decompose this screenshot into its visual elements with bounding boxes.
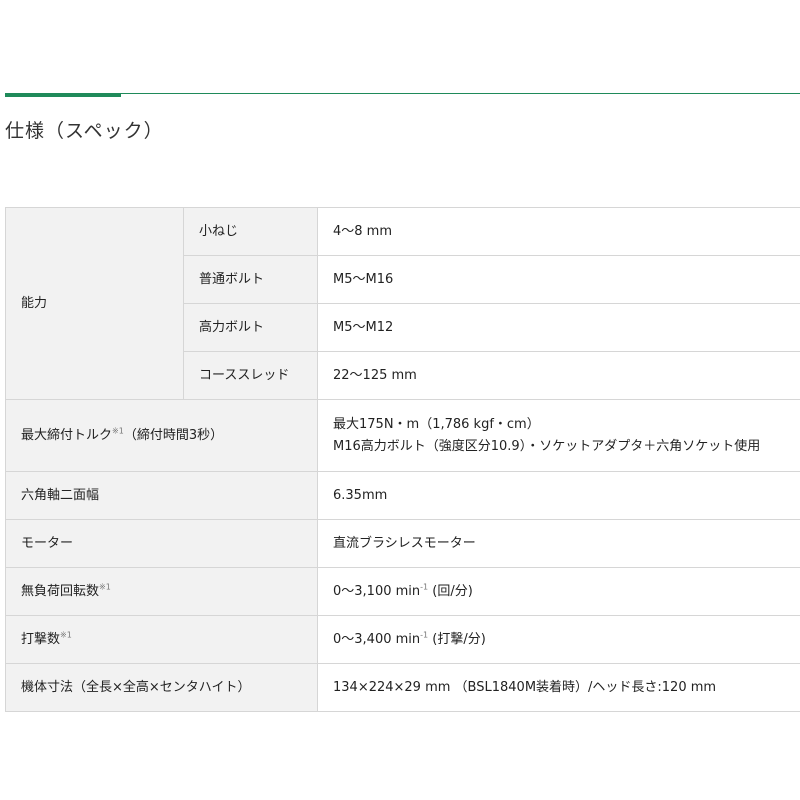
impact-note-mark: ※1 bbox=[60, 630, 72, 640]
spec-label-impact-rate: 打撃数※1 bbox=[5, 615, 318, 664]
spec-value-motor: 直流ブラシレスモーター bbox=[317, 519, 800, 568]
page-title: 仕様（スペック） bbox=[5, 120, 164, 142]
spec-table: 能力 小ねじ 4〜8 mm 普通ボルト M5〜M16 高力ボルト M5〜M12 … bbox=[5, 207, 800, 712]
spec-value-hex: 6.35mm bbox=[317, 471, 800, 520]
spec-sublabel-coarse-thread: コーススレッド bbox=[183, 351, 318, 400]
noload-value-unit: (回/分) bbox=[428, 583, 473, 599]
impact-value-unit: (打撃/分) bbox=[428, 631, 486, 647]
torque-value-line2: M16高力ボルト（強度区分10.9）・ソケットアダプタ＋六角ソケット使用 bbox=[333, 438, 761, 454]
impact-label-text: 打撃数 bbox=[21, 631, 61, 647]
spec-row-capacity-screw: 能力 小ねじ 4〜8 mm bbox=[5, 207, 800, 400]
noload-value-exponent: -1 bbox=[420, 582, 429, 592]
header-divider bbox=[5, 93, 800, 94]
spec-label-motor: モーター bbox=[5, 519, 318, 568]
spec-label-capacity: 能力 bbox=[5, 207, 184, 400]
torque-label-suffix: （締付時間3秒） bbox=[123, 427, 224, 443]
spec-value-torque: 最大175N・m（1,786 kgf・cm） M16高力ボルト（強度区分10.9）… bbox=[317, 399, 800, 472]
spec-value-high-tension-bolt: M5〜M12 bbox=[317, 303, 800, 352]
spec-value-bolt: M5〜M16 bbox=[317, 255, 800, 304]
spec-row-motor: モーター 直流ブラシレスモーター bbox=[5, 519, 800, 568]
spec-row-hex: 六角軸二面幅 6.35mm bbox=[5, 471, 800, 520]
spec-sublabel-bolt: 普通ボルト bbox=[183, 255, 318, 304]
noload-note-mark: ※1 bbox=[99, 582, 111, 592]
spec-value-noload-speed: 0〜3,100 min-1 (回/分) bbox=[317, 567, 800, 616]
spec-label-dimensions: 機体寸法（全長×全高×センタハイト） bbox=[5, 663, 318, 712]
spec-row-impact-rate: 打撃数※1 0〜3,400 min-1 (打撃/分) bbox=[5, 615, 800, 664]
spec-value-coarse-thread: 22〜125 mm bbox=[317, 351, 800, 400]
noload-value-main: 0〜3,100 min bbox=[333, 583, 421, 599]
torque-note-mark: ※1 bbox=[112, 426, 124, 436]
noload-label-text: 無負荷回転数 bbox=[21, 583, 100, 599]
spec-label-noload-speed: 無負荷回転数※1 bbox=[5, 567, 318, 616]
impact-value-exponent: -1 bbox=[420, 630, 429, 640]
spec-label-torque: 最大締付トルク※1（締付時間3秒） bbox=[5, 399, 318, 472]
spec-value-impact-rate: 0〜3,400 min-1 (打撃/分) bbox=[317, 615, 800, 664]
spec-row-dimensions: 機体寸法（全長×全高×センタハイト） 134×224×29 mm （BSL184… bbox=[5, 663, 800, 712]
torque-label-text: 最大締付トルク bbox=[21, 427, 113, 443]
spec-value-screw: 4〜8 mm bbox=[317, 207, 800, 256]
torque-value-line1: 最大175N・m（1,786 kgf・cm） bbox=[333, 416, 540, 432]
spec-row-torque: 最大締付トルク※1（締付時間3秒） 最大175N・m（1,786 kgf・cm）… bbox=[5, 399, 800, 472]
spec-sublabel-high-tension-bolt: 高力ボルト bbox=[183, 303, 318, 352]
header-accent-bar bbox=[5, 93, 121, 97]
spec-sublabel-screw: 小ねじ bbox=[183, 207, 318, 256]
spec-label-hex: 六角軸二面幅 bbox=[5, 471, 318, 520]
impact-value-main: 0〜3,400 min bbox=[333, 631, 421, 647]
spec-row-noload-speed: 無負荷回転数※1 0〜3,100 min-1 (回/分) bbox=[5, 567, 800, 616]
spec-value-dimensions: 134×224×29 mm （BSL1840M装着時）/ヘッド長さ:120 mm bbox=[317, 663, 800, 712]
